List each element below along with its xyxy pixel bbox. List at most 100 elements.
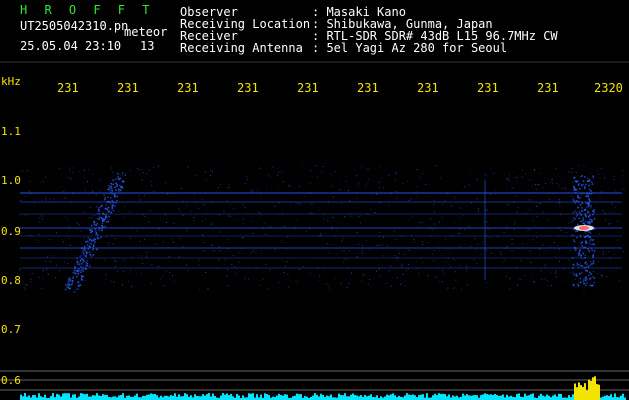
noise-pixel [360,222,361,224]
noise-pixel [34,194,36,196]
noise-pixel [534,225,536,227]
meteor-pixel [82,259,84,261]
noise-pixel [413,239,415,241]
noise-pixel [89,206,91,208]
meteor-pixel [578,217,580,219]
noise-pixel [398,249,400,251]
noise-pixel [186,204,188,206]
noise-pixel [602,276,604,278]
meteor-pixel [79,261,81,264]
noise-pixel [509,277,511,279]
noise-pixel [76,282,78,284]
noise-pixel [511,250,513,252]
noise-pixel [302,266,304,267]
meteor-pixel [580,254,582,256]
meteor-pixel [581,245,584,247]
noise-pixel [378,264,380,266]
noise-pixel [67,280,69,282]
meteor-pixel [574,201,577,204]
noise-pixel [405,280,407,282]
x-tick-label: 231 [237,81,259,95]
noise-pixel [138,168,140,170]
noise-pixel [170,238,172,240]
meteor-pixel [585,242,587,244]
noise-pixel [546,284,548,286]
noise-pixel [315,165,317,167]
meteor-pixel [577,263,579,266]
noise-pixel [87,193,89,195]
noise-pixel [282,260,284,262]
noise-pixel [551,179,553,181]
baseline-bar [454,396,456,400]
noise-pixel [396,172,397,174]
noise-pixel [144,238,145,240]
meteor-pixel [86,251,88,254]
noise-pixel [367,283,369,285]
meteor-pixel [580,257,582,259]
noise-pixel [128,281,130,283]
noise-pixel [311,204,313,206]
baseline-bar [126,395,128,400]
baseline-bar [178,394,180,400]
noise-pixel [229,214,231,216]
noise-pixel [345,180,347,182]
baseline-bar [314,393,316,400]
noise-pixel [143,194,145,196]
meteor-pixel [585,280,587,282]
meteor-pixel [592,239,595,241]
meteor-pixel [585,183,587,186]
noise-pixel [579,262,581,264]
baseline-bar [156,395,158,400]
noise-pixel [521,176,523,178]
meteor-pixel [572,228,575,230]
meteor-pixel [95,224,98,226]
y-tick-label: 0.9 [1,225,21,238]
meteor-pixel [111,187,113,190]
meteor-pixel [572,211,574,214]
noise-pixel [190,210,192,212]
meteor-pixel [578,201,580,203]
noise-pixel [536,184,538,186]
x-tick-label: 2320 [594,81,623,95]
noise-pixel [309,169,311,171]
noise-pixel [250,191,252,193]
noise-pixel [195,175,196,176]
noise-pixel [419,222,421,224]
noise-pixel [336,253,338,255]
noise-pixel [234,266,236,268]
meteor-pixel [579,272,581,275]
baseline-bar [330,394,332,400]
noise-pixel [361,280,362,282]
meteor-pixel [102,226,104,228]
baseline-bar [32,395,34,400]
noise-pixel [582,258,584,260]
noise-pixel [559,260,560,262]
noise-pixel [478,210,480,212]
noise-pixel [602,251,604,253]
noise-pixel [589,284,591,286]
noise-pixel [433,204,435,206]
meteor-pixel [86,260,88,262]
meteor-pixel [112,201,115,204]
noise-pixel [262,278,264,280]
noise-pixel [529,179,531,180]
meteor-pixel [585,240,587,243]
peak-bar [598,384,600,400]
noise-pixel [466,265,468,267]
noise-pixel [544,278,546,280]
meteor-pixel [584,176,586,178]
meteor-pixel [94,238,97,241]
noise-pixel [593,225,594,227]
noise-pixel [536,232,538,234]
noise-pixel [611,203,613,205]
meteor-pixel [577,285,580,287]
noise-pixel [556,182,558,184]
noise-pixel [594,284,596,286]
meteor-pixel [76,260,79,262]
meteor-pixel [84,245,86,248]
meteor-pixel [581,175,583,177]
meteor-pixel [572,217,575,219]
noise-pixel [427,275,429,276]
baseline-bar [20,394,22,400]
noise-pixel [59,270,61,272]
